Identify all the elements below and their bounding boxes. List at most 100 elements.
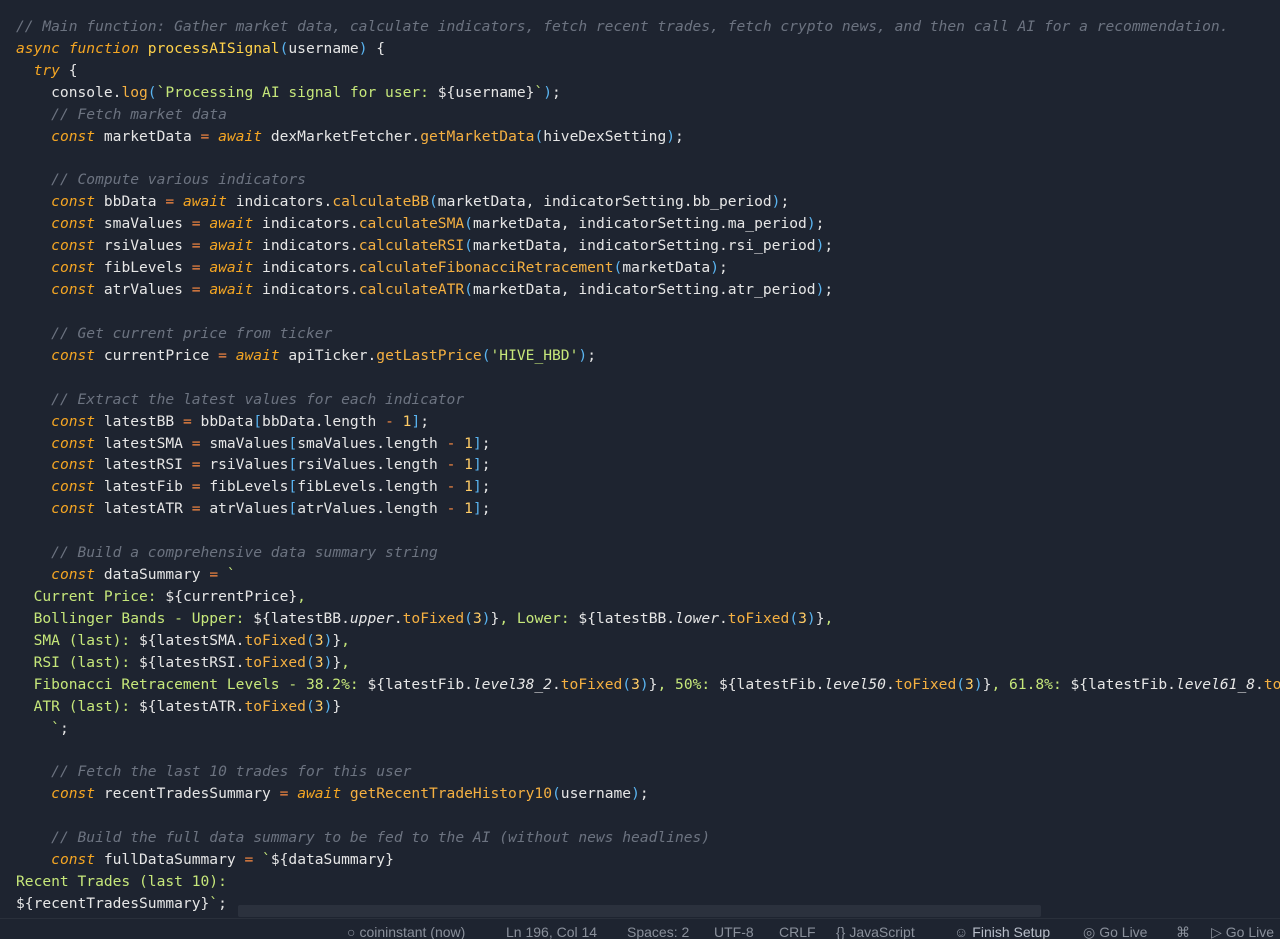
code-token-br: ) bbox=[710, 259, 719, 277]
code-line[interactable]: const latestSMA = smaValues[smaValues.le… bbox=[16, 433, 1280, 455]
code-token-str: , 50%: bbox=[657, 675, 719, 693]
code-token-kw: await bbox=[209, 237, 263, 255]
code-line[interactable]: // Fetch market data bbox=[16, 104, 1280, 126]
cursor-position[interactable]: Ln 196, Col 14 bbox=[506, 922, 597, 939]
code-line[interactable]: const atrValues = await indicators.calcu… bbox=[16, 279, 1280, 301]
code-token-plain: rsiValues bbox=[209, 456, 289, 474]
code-token-plain: atrValues bbox=[209, 500, 289, 518]
go-live-button[interactable]: ◎ Go Live bbox=[1083, 922, 1147, 939]
code-line[interactable]: // Build the full data summary to be fed… bbox=[16, 827, 1280, 849]
code-token-br: ( bbox=[789, 609, 799, 627]
finish-setup-label: Finish Setup bbox=[972, 924, 1051, 939]
indentation-selector[interactable]: Spaces: 2 bbox=[627, 922, 689, 939]
code-line[interactable]: // Main function: Gather market data, ca… bbox=[16, 16, 1280, 38]
code-token-plain: indicators. bbox=[262, 259, 359, 277]
git-commit-icon: ○ bbox=[347, 924, 356, 939]
code-line[interactable]: const recentTradesSummary = await getRec… bbox=[16, 783, 1280, 805]
code-token-num: 3 bbox=[314, 697, 324, 715]
code-token-op: = bbox=[209, 566, 227, 584]
code-token-kw: const bbox=[51, 478, 104, 496]
code-line[interactable]: // Build a comprehensive data summary st… bbox=[16, 542, 1280, 564]
code-token-comment: // Extract the latest values for each in… bbox=[51, 390, 465, 408]
code-line[interactable] bbox=[16, 148, 1280, 170]
code-token-br: ( bbox=[464, 281, 473, 299]
code-token-plain: dataSummary bbox=[103, 566, 210, 584]
code-line[interactable]: console.log(`Processing AI signal for us… bbox=[16, 82, 1280, 104]
code-line[interactable]: const latestBB = bbData[bbData.length - … bbox=[16, 411, 1280, 433]
code-token-br: ) bbox=[639, 675, 649, 693]
code-token-br: ) bbox=[578, 346, 588, 364]
code-line[interactable] bbox=[16, 367, 1280, 389]
code-line[interactable]: const fibLevels = await indicators.calcu… bbox=[16, 257, 1280, 279]
code-token-br: ) bbox=[973, 675, 983, 693]
code-line[interactable]: const bbData = await indicators.calculat… bbox=[16, 191, 1280, 213]
code-line[interactable] bbox=[16, 805, 1280, 827]
encoding-selector[interactable]: UTF-8 bbox=[714, 922, 754, 939]
code-line[interactable]: SMA (last): ${latestSMA.toFixed(3)}, bbox=[16, 630, 1280, 652]
code-token-plain: currentPrice bbox=[103, 346, 219, 364]
code-line[interactable] bbox=[16, 739, 1280, 761]
code-token-plain: ${latestFib. bbox=[367, 675, 473, 693]
code-line[interactable]: const smaValues = await indicators.calcu… bbox=[16, 213, 1280, 235]
code-line[interactable]: `; bbox=[16, 718, 1280, 740]
code-line[interactable]: ATR (last): ${latestATR.toFixed(3)} bbox=[16, 696, 1280, 718]
code-token-str: `Processing AI signal for user: bbox=[156, 83, 438, 101]
code-line[interactable]: try { bbox=[16, 60, 1280, 82]
code-line[interactable]: Current Price: ${currentPrice}, bbox=[16, 586, 1280, 608]
language-mode-selector[interactable]: {} JavaScript bbox=[836, 922, 915, 939]
code-token-method: toFixed bbox=[560, 675, 623, 693]
code-line[interactable]: Bollinger Bands - Upper: ${latestBB.uppe… bbox=[16, 608, 1280, 630]
line-ending-selector[interactable]: CRLF bbox=[779, 922, 816, 939]
code-token-plain: ; bbox=[420, 412, 430, 430]
code-line[interactable]: // Extract the latest values for each in… bbox=[16, 389, 1280, 411]
code-line[interactable]: const dataSummary = ` bbox=[16, 564, 1280, 586]
go-live-button-2[interactable]: ▷ Go Live bbox=[1211, 922, 1274, 939]
code-token-plain: username bbox=[288, 39, 359, 57]
code-token-op: = bbox=[182, 412, 201, 430]
code-token-method: toFixed bbox=[244, 653, 306, 671]
code-line[interactable]: const latestRSI = rsiValues[rsiValues.le… bbox=[16, 454, 1280, 476]
horizontal-scrollbar[interactable] bbox=[238, 905, 1041, 917]
finish-setup-button[interactable]: ☺ Finish Setup bbox=[954, 922, 1050, 939]
code-token-str: , bbox=[341, 653, 350, 671]
code-token-str: ` bbox=[262, 851, 271, 869]
code-line[interactable]: const latestATR = atrValues[atrValues.le… bbox=[16, 498, 1280, 520]
code-token-ital: upper bbox=[349, 609, 394, 627]
code-line[interactable]: const rsiValues = await indicators.calcu… bbox=[16, 235, 1280, 257]
code-token-plain: ; bbox=[587, 346, 596, 364]
code-token-plain: ; bbox=[639, 785, 649, 803]
code-line[interactable]: const currentPrice = await apiTicker.get… bbox=[16, 345, 1280, 367]
git-blame-item[interactable]: ○ coininstant (now) bbox=[347, 922, 465, 939]
code-editor[interactable]: // Main function: Gather market data, ca… bbox=[0, 0, 1280, 918]
play-circle-icon: ▷ bbox=[1211, 924, 1222, 939]
code-line[interactable]: const latestFib = fibLevels[fibLevels.le… bbox=[16, 476, 1280, 498]
code-token-op: = bbox=[165, 193, 183, 211]
code-token-ital: level61_8 bbox=[1175, 675, 1256, 693]
code-token-plain: atrValues bbox=[103, 281, 192, 299]
code-line[interactable]: const fullDataSummary = `${dataSummary} bbox=[16, 849, 1280, 871]
code-line[interactable]: // Get current price from ticker bbox=[16, 323, 1280, 345]
code-line[interactable] bbox=[16, 520, 1280, 542]
code-token-plain: ${latestATR. bbox=[139, 697, 245, 715]
code-token-kw: await bbox=[218, 127, 271, 145]
status-bar: ○ coininstant (now) Ln 196, Col 14 Spaces… bbox=[0, 918, 1280, 939]
code-token-plain: username bbox=[560, 785, 632, 803]
code-content[interactable]: // Main function: Gather market data, ca… bbox=[16, 16, 1280, 915]
code-token-comment: // Get current price from ticker bbox=[51, 324, 333, 342]
code-line[interactable]: Recent Trades (last 10): bbox=[16, 871, 1280, 893]
code-token-str: SMA (last): bbox=[16, 631, 140, 649]
code-line[interactable] bbox=[16, 301, 1280, 323]
code-line[interactable]: // Compute various indicators bbox=[16, 169, 1280, 191]
code-line[interactable]: async function processAISignal(username)… bbox=[16, 38, 1280, 60]
code-line[interactable]: RSI (last): ${latestRSI.toFixed(3)}, bbox=[16, 652, 1280, 674]
code-line[interactable]: // Fetch the last 10 trades for this use… bbox=[16, 761, 1280, 783]
code-token-plain: ; bbox=[59, 719, 69, 737]
code-line[interactable]: const marketData = await dexMarketFetche… bbox=[16, 126, 1280, 148]
copilot-status-button[interactable]: ⌘ bbox=[1176, 922, 1194, 939]
code-line[interactable]: Fibonacci Retracement Levels - 38.2%: ${… bbox=[16, 674, 1280, 696]
code-token-kw: await bbox=[297, 785, 350, 803]
code-token-str: RSI (last): bbox=[16, 653, 140, 671]
